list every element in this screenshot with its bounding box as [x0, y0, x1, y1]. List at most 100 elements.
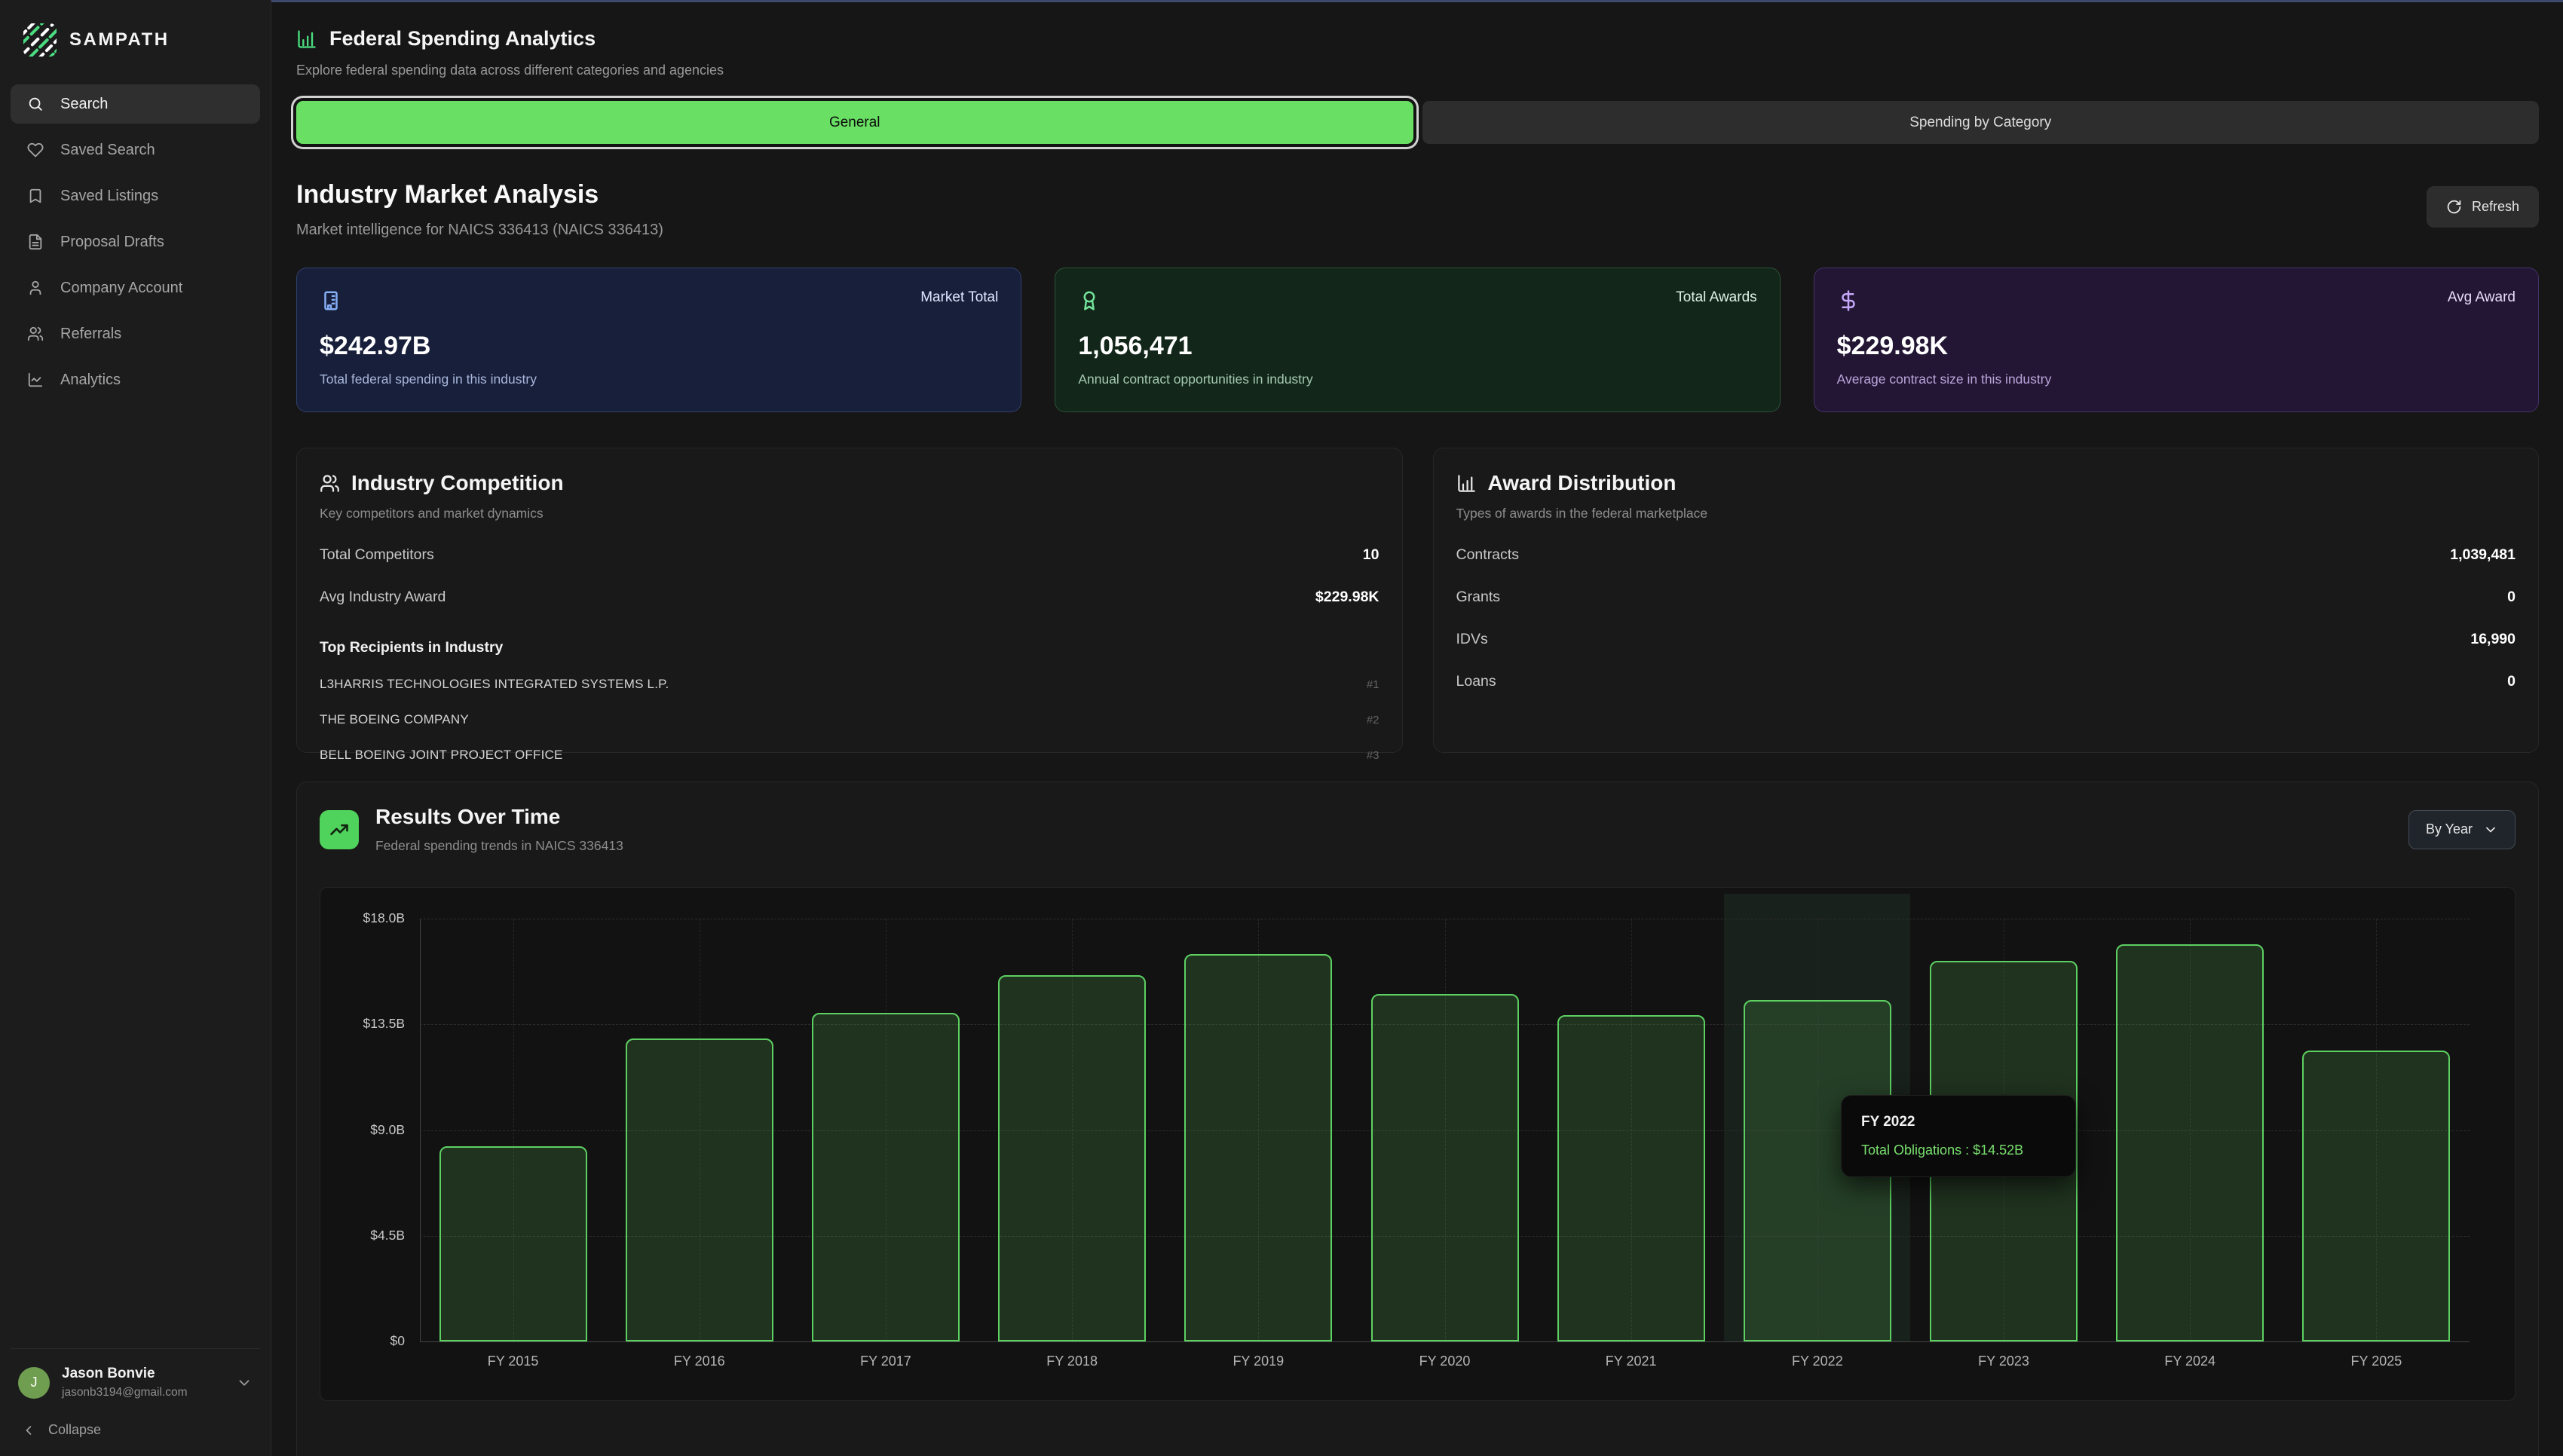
bar-fy-2019[interactable]	[1184, 954, 1332, 1341]
x-axis-tick-label: FY 2024	[2097, 1354, 2283, 1369]
bar-fy-2024[interactable]	[2116, 944, 2264, 1341]
card-description: Total federal spending in this industry	[320, 372, 998, 387]
chevron-down-icon	[2483, 822, 2498, 837]
heart-icon	[27, 142, 44, 158]
user-menu[interactable]: J Jason Bonvie jasonb3194@gmail.com	[18, 1366, 253, 1399]
sidebar-item-label: Saved Listings	[60, 188, 158, 205]
file-text-icon	[27, 234, 44, 250]
sidebar-item-label: Search	[60, 96, 108, 113]
x-axis-tick-label: FY 2025	[2283, 1354, 2470, 1369]
chart-line-icon	[27, 372, 44, 388]
recipient-row: L3HARRIS TECHNOLOGIES INTEGRATED SYSTEMS…	[320, 677, 1379, 692]
sidebar-item-label: Analytics	[60, 372, 121, 389]
sidebar-item-search[interactable]: Search	[11, 84, 260, 124]
tooltip-title: FY 2022	[1861, 1114, 2056, 1130]
card-label: Market Total	[920, 289, 998, 306]
recipients-heading: Top Recipients in Industry	[320, 639, 1379, 656]
refresh-button[interactable]: Refresh	[2427, 186, 2539, 228]
recipient-row: BELL BOEING JOINT PROJECT OFFICE #3	[320, 748, 1379, 763]
x-axis-tick-label: FY 2017	[792, 1354, 978, 1369]
bar-fy-2015[interactable]	[439, 1146, 587, 1341]
sidebar-item-label: Saved Search	[60, 142, 155, 159]
market-total-card: Market Total $242.97B Total federal spen…	[296, 268, 1021, 412]
bar-fy-2025[interactable]	[2302, 1051, 2450, 1341]
industry-competition-panel: Industry Competition Key competitors and…	[296, 448, 1403, 753]
bar-fy-2016[interactable]	[626, 1038, 773, 1341]
card-label: Avg Award	[2448, 289, 2516, 306]
section-subtitle: Market intelligence for NAICS 336413 (NA…	[296, 222, 663, 239]
sidebar-item-saved-listings[interactable]: Saved Listings	[11, 176, 260, 216]
chart-tooltip: FY 2022 Total Obligations : $14.52B	[1841, 1095, 2076, 1177]
tab-general[interactable]: General	[296, 101, 1413, 144]
card-value: $242.97B	[320, 332, 998, 361]
panel-title: Award Distribution	[1488, 471, 1677, 495]
avg-industry-award-row: Avg Industry Award $229.98K	[320, 589, 1379, 606]
avatar: J	[18, 1367, 50, 1399]
x-axis-tick-label: FY 2022	[1724, 1354, 1910, 1369]
panel-subtitle: Key competitors and market dynamics	[320, 506, 1379, 522]
sidebar-item-company-account[interactable]: Company Account	[11, 268, 260, 307]
total-competitors-row: Total Competitors 10	[320, 546, 1379, 564]
results-title: Results Over Time	[375, 805, 623, 829]
trending-up-icon	[320, 810, 359, 849]
sidebar-nav: Search Saved Search Saved Listings Propo…	[11, 84, 260, 406]
view-tabs: General Spending by Category	[296, 101, 2539, 144]
sidebar-item-analytics[interactable]: Analytics	[11, 360, 260, 399]
x-axis-tick-label: FY 2016	[606, 1354, 792, 1369]
x-axis-tick-label: FY 2018	[979, 1354, 1165, 1369]
stat-cards: Market Total $242.97B Total federal spen…	[296, 268, 2539, 412]
bar-fy-2018[interactable]	[998, 975, 1146, 1341]
y-axis-tick-label: $13.5B	[320, 1016, 405, 1032]
by-year-dropdown[interactable]: By Year	[2408, 810, 2516, 849]
spending-trend-bar-chart: FY 2025FY 2024FY 2023FY 2022FY 2021FY 20…	[320, 887, 2516, 1401]
contracts-row: Contracts 1,039,481	[1456, 546, 2516, 564]
tooltip-value: Total Obligations : $14.52B	[1861, 1142, 2056, 1158]
brand-logo: SAMPATH	[11, 20, 260, 84]
building-icon	[320, 289, 342, 312]
x-axis-tick-label: FY 2021	[1538, 1354, 1724, 1369]
search-icon	[27, 96, 44, 112]
y-axis-tick-label: $18.0B	[320, 910, 405, 926]
user-icon	[27, 280, 44, 296]
collapse-sidebar-button[interactable]: Collapse	[18, 1422, 253, 1438]
x-axis-tick-label: FY 2023	[1910, 1354, 2096, 1369]
award-distribution-panel: Award Distribution Types of awards in th…	[1433, 448, 2540, 753]
avg-award-card: Avg Award $229.98K Average contract size…	[1814, 268, 2539, 412]
dollar-icon	[1837, 289, 1860, 312]
card-value: 1,056,471	[1078, 332, 1756, 361]
bar-fy-2017[interactable]	[812, 1013, 960, 1341]
panel-title: Industry Competition	[351, 471, 564, 495]
section-title: Industry Market Analysis	[296, 180, 663, 210]
award-icon	[1078, 289, 1101, 312]
sidebar-item-label: Company Account	[60, 280, 182, 297]
user-email: jasonb3194@gmail.com	[62, 1386, 188, 1399]
refresh-icon	[2446, 199, 2462, 215]
users-icon	[27, 326, 44, 342]
page-subtitle: Explore federal spending data across dif…	[296, 63, 2539, 78]
collapse-label: Collapse	[48, 1422, 101, 1438]
page-title: Federal Spending Analytics	[329, 27, 596, 50]
y-gridline	[420, 1341, 2470, 1342]
sidebar-item-referrals[interactable]: Referrals	[11, 314, 260, 353]
panel-subtitle: Types of awards in the federal marketpla…	[1456, 506, 2516, 522]
sidebar-footer: J Jason Bonvie jasonb3194@gmail.com Coll…	[11, 1348, 260, 1438]
y-axis-tick-label: $9.0B	[320, 1122, 405, 1138]
bar-fy-2021[interactable]	[1557, 1015, 1705, 1341]
tab-spending-by-category[interactable]: Spending by Category	[1422, 101, 2540, 144]
total-awards-card: Total Awards 1,056,471 Annual contract o…	[1055, 268, 1780, 412]
chevron-left-icon	[21, 1423, 36, 1438]
x-axis-tick-label: FY 2020	[1352, 1354, 1538, 1369]
loans-row: Loans 0	[1456, 673, 2516, 690]
idvs-row: IDVs 16,990	[1456, 631, 2516, 648]
sidebar-item-saved-search[interactable]: Saved Search	[11, 130, 260, 170]
results-over-time-panel: Results Over Time Federal spending trend…	[296, 782, 2539, 1456]
bar-chart-icon	[296, 29, 317, 50]
users-icon	[320, 473, 340, 494]
main-content: Federal Spending Analytics Explore feder…	[271, 0, 2563, 1456]
chevron-down-icon	[236, 1375, 253, 1391]
bar-fy-2020[interactable]	[1371, 994, 1519, 1341]
bar-chart-icon	[1456, 473, 1477, 494]
card-value: $229.98K	[1837, 332, 2516, 361]
sidebar-item-proposal-drafts[interactable]: Proposal Drafts	[11, 222, 260, 262]
y-axis-tick-label: $4.5B	[320, 1228, 405, 1243]
